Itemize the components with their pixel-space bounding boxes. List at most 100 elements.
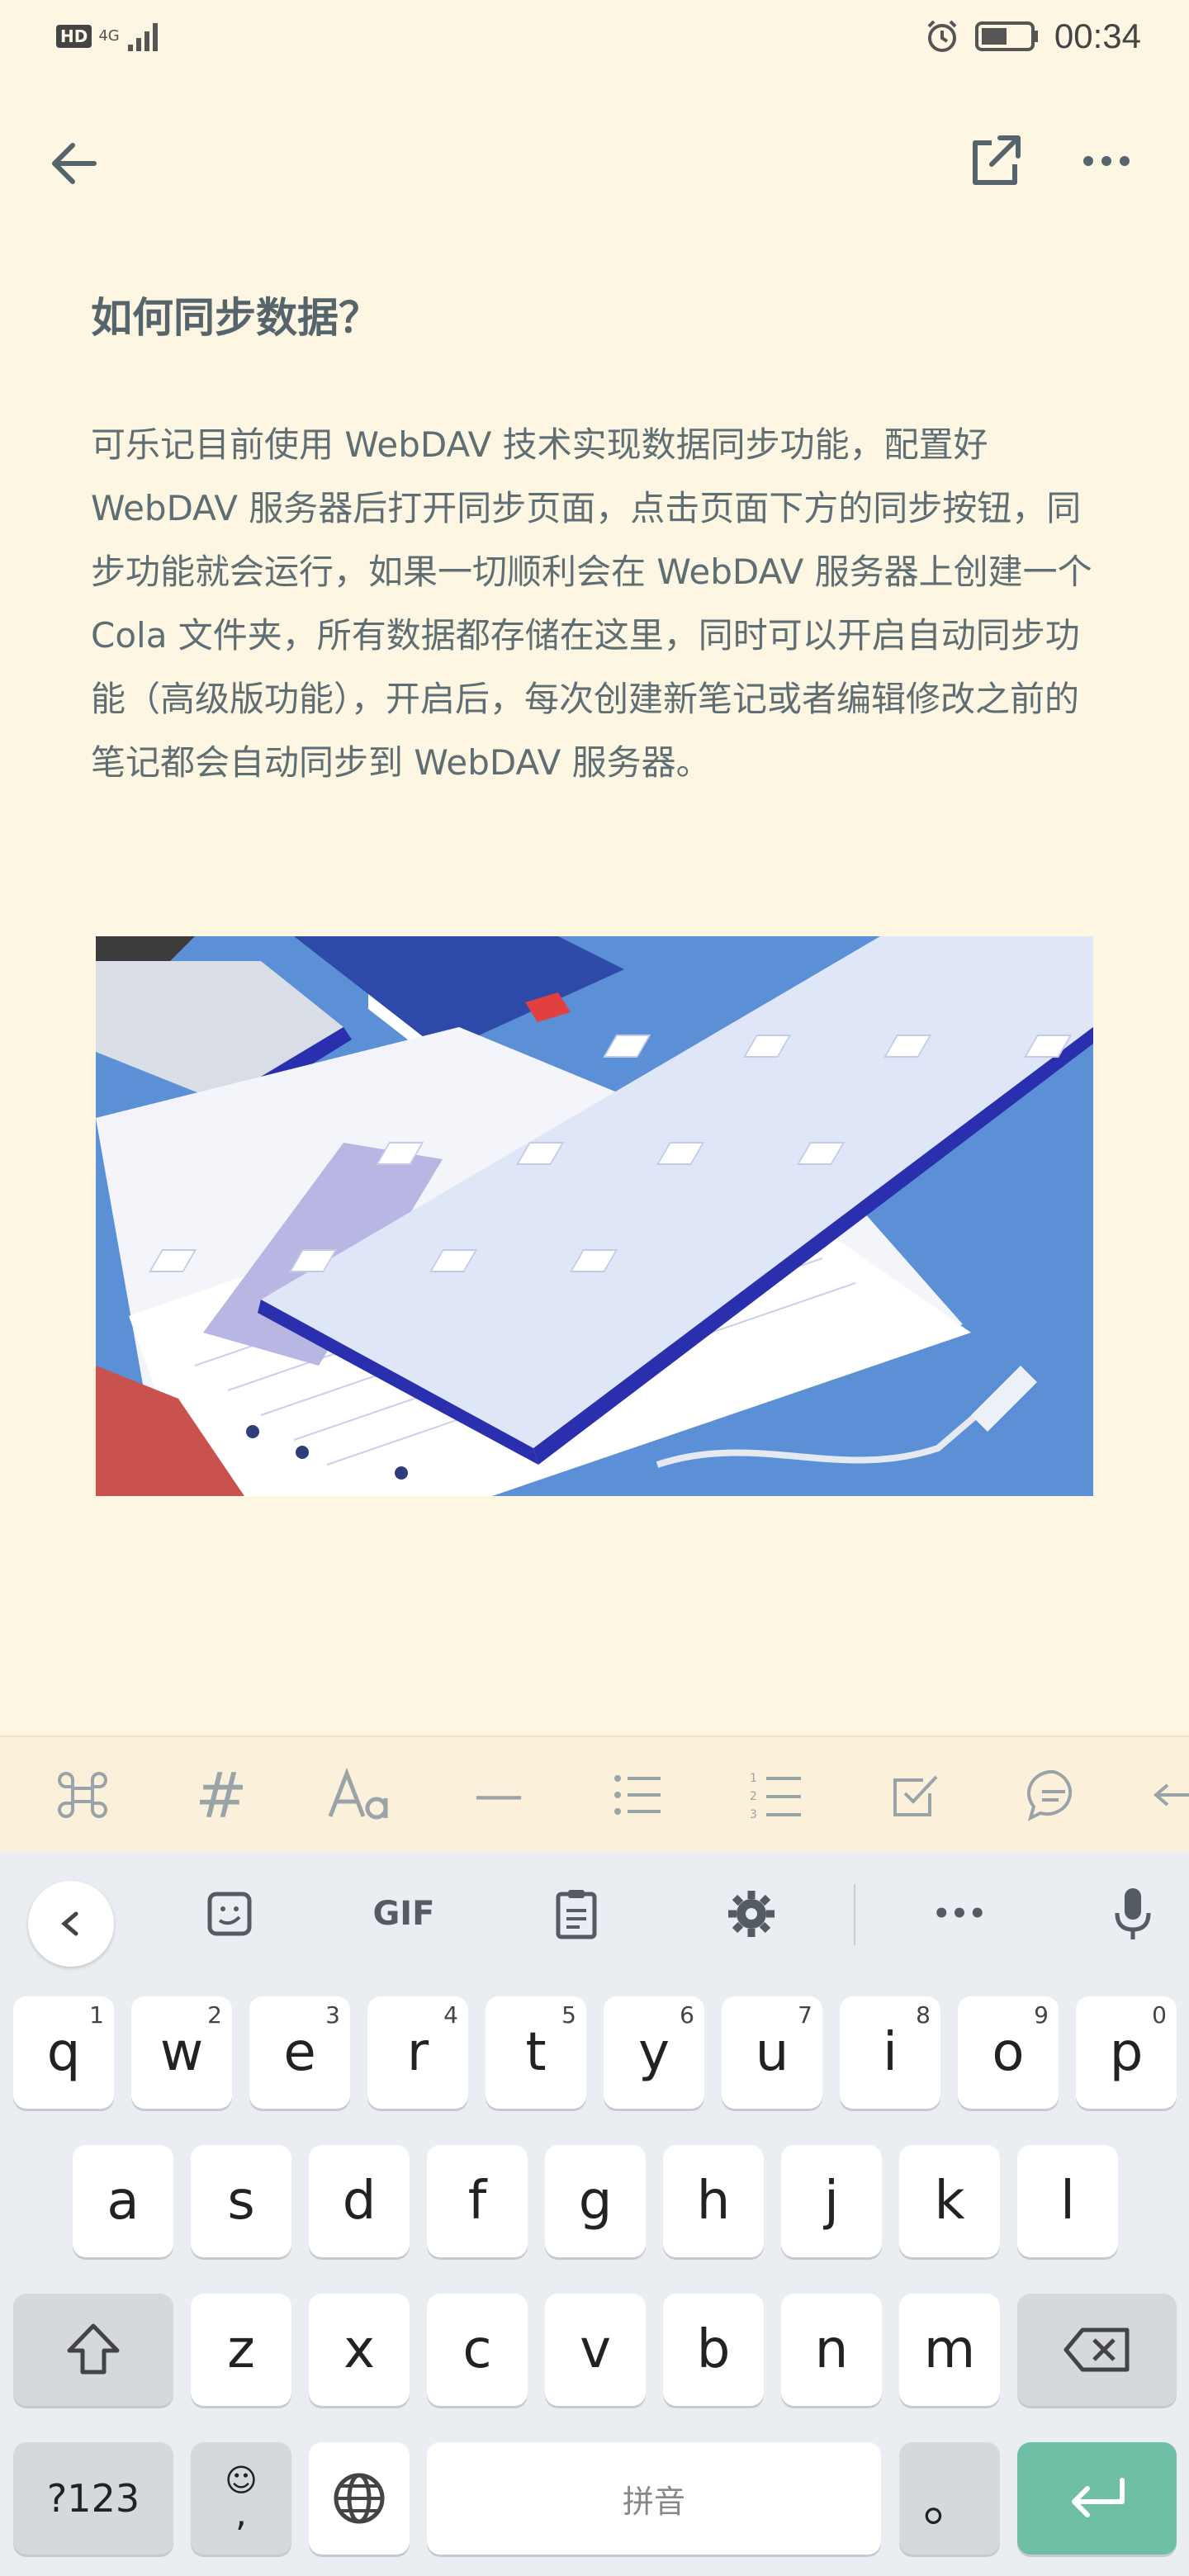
note-body[interactable]: 可乐记目前使用 WebDAV 技术实现数据同步功能，配置好 WebDAV 服务器…: [91, 413, 1106, 794]
period-key[interactable]: 。: [899, 2442, 1000, 2555]
status-right: 00:34: [924, 17, 1141, 56]
emoji-comma-key[interactable]: ☺ ,: [191, 2442, 291, 2555]
back-button[interactable]: [43, 130, 109, 197]
key-label: p: [1109, 2022, 1144, 2083]
key-label: q: [46, 2022, 81, 2083]
emoji-icon: ☺: [225, 2462, 258, 2498]
settings-gear-icon[interactable]: [720, 1882, 783, 1945]
language-key[interactable]: [309, 2442, 410, 2555]
key-y[interactable]: y6: [604, 1996, 704, 2109]
note-title[interactable]: 如何同步数据？: [91, 285, 380, 344]
more-horizontal-icon: [1083, 156, 1130, 166]
key-hint: 9: [1034, 2001, 1049, 2029]
command-icon[interactable]: [48, 1760, 117, 1830]
key-k[interactable]: k: [899, 2145, 1000, 2257]
note-illustration[interactable]: [96, 936, 1093, 1496]
symbols-key[interactable]: ?123: [13, 2442, 173, 2555]
key-p[interactable]: p0: [1076, 1996, 1177, 2109]
more-tools-icon[interactable]: [1151, 1760, 1189, 1830]
external-link-icon: [973, 135, 1021, 185]
heading-icon[interactable]: #: [187, 1759, 256, 1832]
svg-text:3: 3: [750, 1808, 757, 1821]
key-b[interactable]: b: [663, 2294, 764, 2406]
key-label: u: [755, 2022, 789, 2083]
hd-badge: HD: [56, 25, 92, 48]
key-m[interactable]: m: [899, 2294, 1000, 2406]
key-f[interactable]: f: [427, 2145, 528, 2257]
battery-icon: [974, 21, 1038, 51]
numbered-list-icon[interactable]: 1 2 3: [741, 1760, 811, 1830]
sticker-icon[interactable]: [198, 1882, 261, 1945]
shift-key[interactable]: [13, 2294, 173, 2406]
more-options-button[interactable]: [1073, 132, 1139, 190]
key-label: t: [525, 2022, 547, 2083]
divider-icon[interactable]: —: [464, 1760, 533, 1830]
key-l[interactable]: l: [1017, 2145, 1118, 2257]
network-type: 4G: [98, 27, 120, 45]
toolbar-divider: [854, 1884, 855, 1945]
key-hint: 3: [325, 2001, 340, 2029]
key-hint: 8: [916, 2001, 931, 2029]
markdown-toolbar: # — 1 2 3: [0, 1735, 1189, 1853]
key-v[interactable]: v: [545, 2294, 646, 2406]
alarm-icon: [927, 20, 957, 52]
keyboard: GIF ••• q1 w2 e3 r4 t5 y6 u7 i8 o9 p0 a …: [0, 1851, 1189, 2576]
key-hint: 7: [798, 2001, 812, 2029]
key-label: r: [406, 2022, 429, 2083]
checkbox-icon[interactable]: [880, 1760, 950, 1830]
arrow-left-icon: [52, 143, 97, 184]
key-hint: 0: [1152, 2001, 1167, 2029]
key-g[interactable]: g: [545, 2145, 646, 2257]
key-t[interactable]: t5: [486, 1996, 586, 2109]
key-hint: 1: [89, 2001, 104, 2029]
key-label: y: [638, 2022, 670, 2083]
chevron-left-icon: [61, 1911, 78, 1936]
key-label: o: [992, 2022, 1025, 2083]
key-x[interactable]: x: [309, 2294, 410, 2406]
microphone-icon[interactable]: [1101, 1882, 1164, 1945]
key-hint: 6: [680, 2001, 694, 2029]
key-e[interactable]: e3: [249, 1996, 350, 2109]
key-w[interactable]: w2: [131, 1996, 232, 2109]
key-hint: 5: [561, 2001, 576, 2029]
collapse-keyboard-button[interactable]: [28, 1881, 114, 1967]
svg-text:1: 1: [750, 1772, 757, 1785]
shift-arrow-icon: [67, 2323, 120, 2375]
key-o[interactable]: o9: [958, 1996, 1059, 2109]
key-n[interactable]: n: [781, 2294, 882, 2406]
more-keyboard-options-button[interactable]: •••: [930, 1882, 989, 1945]
backspace-icon: [1063, 2327, 1129, 2372]
clipboard-icon[interactable]: [545, 1882, 608, 1945]
key-r[interactable]: r4: [367, 1996, 468, 2109]
space-key[interactable]: 拼音: [427, 2442, 881, 2555]
key-d[interactable]: d: [309, 2145, 410, 2257]
key-h[interactable]: h: [663, 2145, 764, 2257]
keyboard-toolbar: GIF •••: [0, 1851, 1189, 1973]
bullet-list-icon[interactable]: [603, 1760, 672, 1830]
key-label: i: [883, 2022, 898, 2083]
key-z[interactable]: z: [191, 2294, 291, 2406]
key-s[interactable]: s: [191, 2145, 291, 2257]
quote-icon[interactable]: [1019, 1760, 1088, 1830]
key-c[interactable]: c: [427, 2294, 528, 2406]
gif-button[interactable]: GIF: [367, 1882, 441, 1945]
key-hint: 2: [207, 2001, 222, 2029]
enter-key[interactable]: [1017, 2442, 1177, 2555]
key-u[interactable]: u7: [722, 1996, 822, 2109]
clock: 00:34: [1054, 17, 1141, 55]
key-q[interactable]: q1: [13, 1996, 114, 2109]
key-hint: 4: [443, 2001, 458, 2029]
key-j[interactable]: j: [781, 2145, 882, 2257]
globe-icon: [334, 2473, 385, 2524]
key-label: w: [159, 2022, 204, 2083]
key-i[interactable]: i8: [840, 1996, 940, 2109]
key-label: e: [283, 2022, 316, 2083]
comma-label: ,: [235, 2493, 247, 2535]
backspace-key[interactable]: [1017, 2294, 1177, 2406]
text-format-icon[interactable]: [325, 1760, 395, 1830]
enter-icon: [1071, 2478, 1125, 2517]
svg-text:2: 2: [750, 1790, 757, 1803]
key-a[interactable]: a: [73, 2145, 173, 2257]
share-button[interactable]: [962, 128, 1028, 194]
signal-icon: [127, 23, 158, 51]
